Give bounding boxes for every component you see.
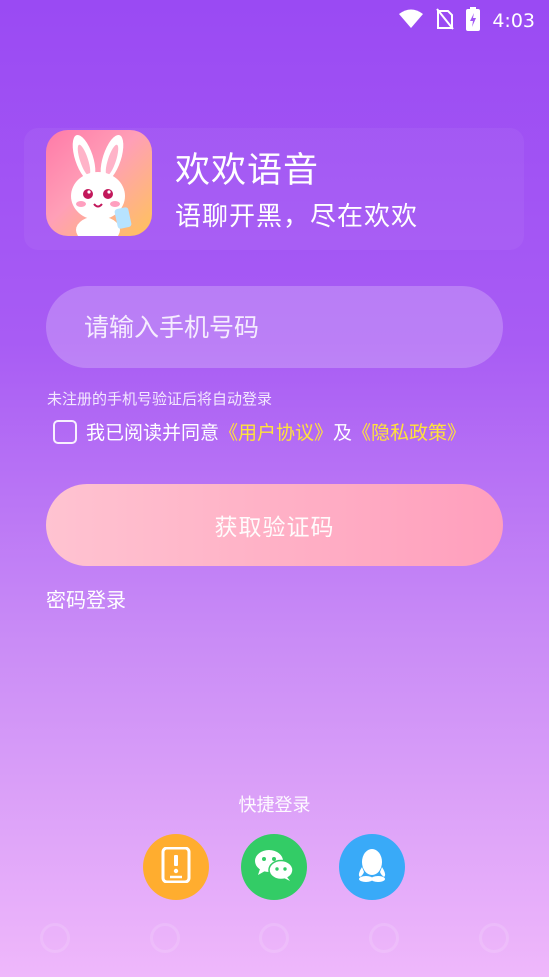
ghost-tab [259,923,290,959]
wifi-icon [398,9,424,33]
ghost-tab [479,923,510,959]
ghost-tab [369,923,400,959]
agreement-prefix: 我已阅读并同意 [86,422,220,444]
agreement-row: 我已阅读并同意 《用户协议》 及 《隐私政策》 [53,418,466,445]
wechat-icon [254,848,294,886]
get-code-button[interactable]: 获取验证码 [46,484,503,566]
quick-login-options [143,834,406,902]
app-slogan: 语聊开黑，尽在欢欢 [175,202,419,232]
background-tabbar-ghost [0,905,549,977]
qq-icon [356,847,388,887]
auto-register-hint: 未注册的手机号验证后将自动登录 [47,390,273,408]
phone-number-input[interactable] [46,286,503,368]
no-sim-icon [436,8,455,34]
app-name: 欢欢语音 [175,151,320,191]
phone-icon [161,846,191,887]
privacy-policy-link[interactable]: 《隐私政策》 [352,418,466,445]
app-logo [46,130,152,236]
agreement-and: 及 [333,422,353,444]
qq-login-button[interactable] [339,834,405,900]
user-agreement-link[interactable]: 《用户协议》 [219,418,333,445]
phone-login-button[interactable] [143,834,209,900]
ghost-tab [39,923,70,959]
battery-charging-icon [466,7,481,35]
agreement-checkbox[interactable] [53,419,77,444]
status-time: 4:03 [492,10,535,32]
wechat-login-button[interactable] [241,834,307,900]
status-bar: 4:03 [0,0,549,38]
bunny-mascot-icon [71,135,132,236]
ghost-tab [149,923,180,959]
quick-login-title: 快捷登录 [238,795,311,816]
password-login-link[interactable]: 密码登录 [46,584,126,613]
